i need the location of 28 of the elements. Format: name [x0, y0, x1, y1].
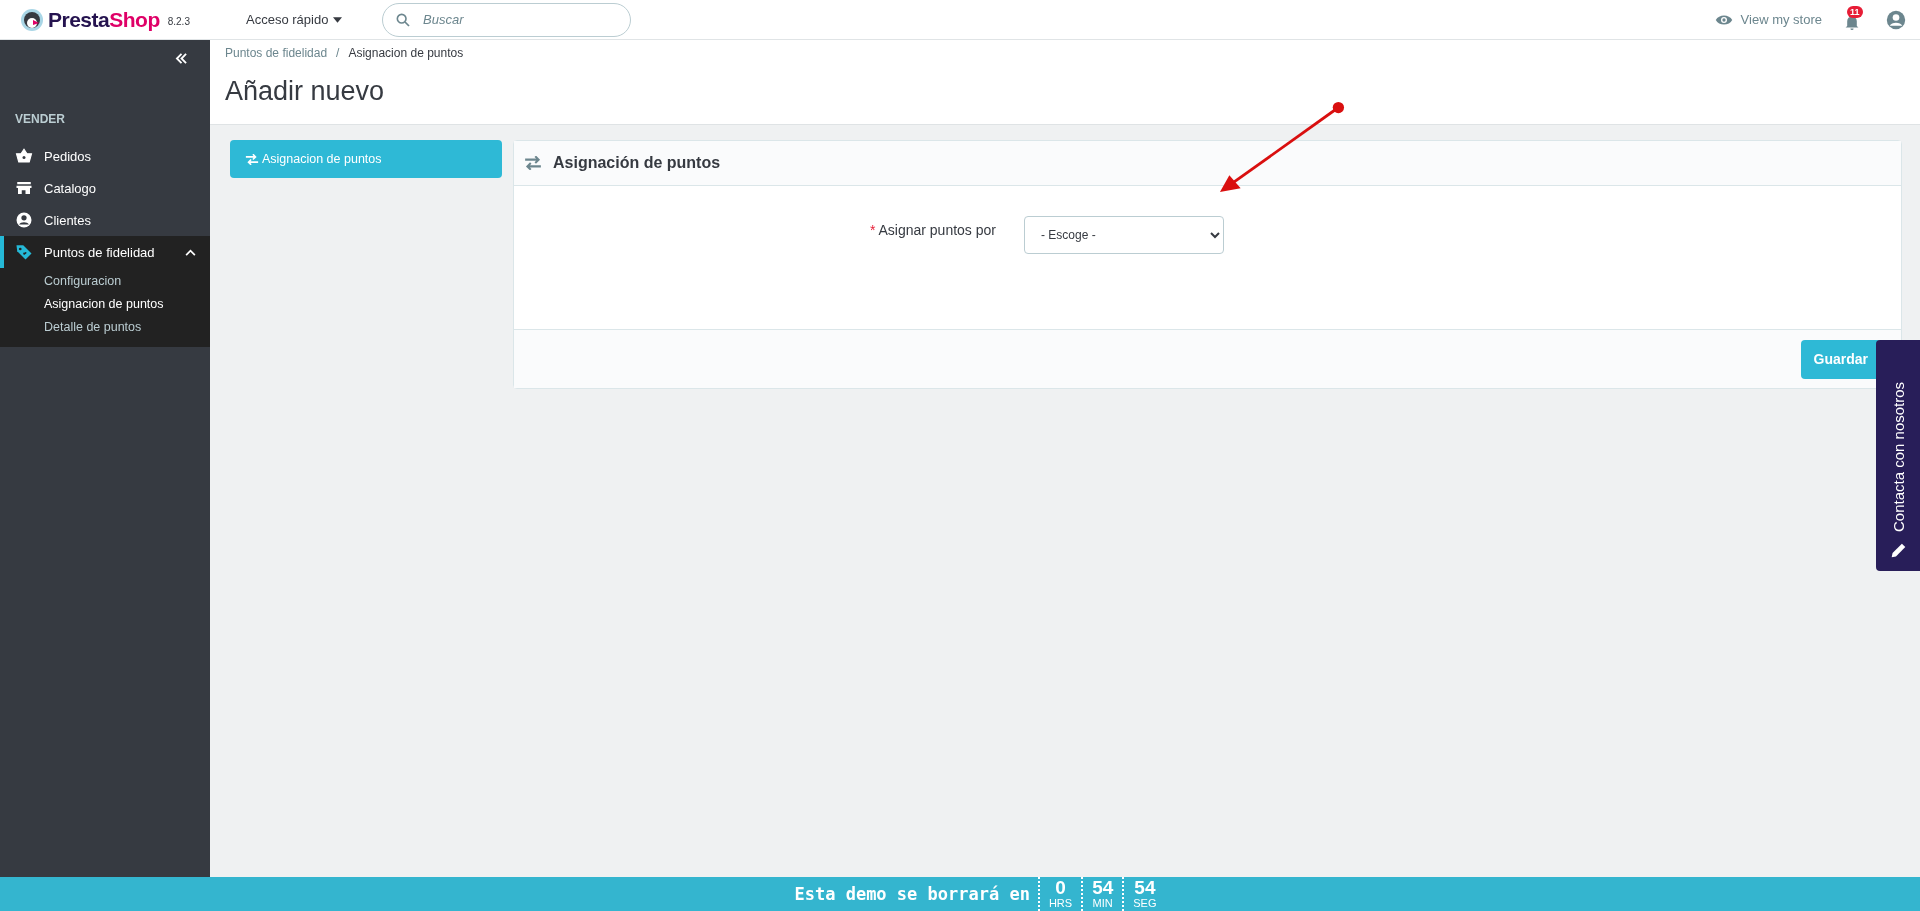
search-field[interactable]: Buscar — [382, 2, 631, 37]
section-heading: VENDER — [14, 111, 66, 128]
submenu-item[interactable]: Detalle de puntos — [0, 316, 142, 339]
submenu-item[interactable]: Asignacion de puntos — [0, 293, 164, 316]
countdown-unit: HRS — [1048, 897, 1073, 909]
breadcrumb-separator: / — [336, 46, 340, 60]
countdown-unit: SEG — [1133, 897, 1157, 909]
notification-count: 11 — [1847, 5, 1863, 18]
contact-tab[interactable]: Contacta con nosotros — [1876, 340, 1920, 571]
submenu-item[interactable]: Configuracion — [0, 270, 122, 293]
sidebar-item[interactable]: Pedidos — [0, 140, 210, 172]
demo-notice: Esta demo se borrará en — [794, 884, 1030, 904]
page-title: Añadir nuevo — [225, 75, 386, 108]
field-label: * Asignar puntos por — [868, 221, 996, 238]
countdown-value: 54 — [1134, 879, 1156, 897]
logo-text: PrestaShop — [48, 7, 160, 32]
version-label: 8.2.3 — [167, 16, 190, 27]
countdown-value: 54 — [1092, 879, 1114, 897]
breadcrumb-link[interactable]: Asignacion de puntos — [348, 46, 464, 60]
countdown-value: 0 — [1055, 879, 1066, 897]
breadcrumb-link[interactable]: Puntos de fidelidad — [225, 46, 328, 60]
sidebar-item[interactable]: Catalogo — [0, 172, 210, 204]
sidebar-item[interactable]: Clientes — [0, 204, 210, 236]
view-store-link[interactable]: View my store — [1714, 12, 1822, 27]
quick-access-menu[interactable]: Acceso rápido — [246, 12, 371, 27]
select-field[interactable]: - Escoge - — [1024, 216, 1224, 254]
countdown-unit: MIN — [1092, 897, 1113, 909]
panel-title: Asignación de puntos — [553, 154, 721, 172]
